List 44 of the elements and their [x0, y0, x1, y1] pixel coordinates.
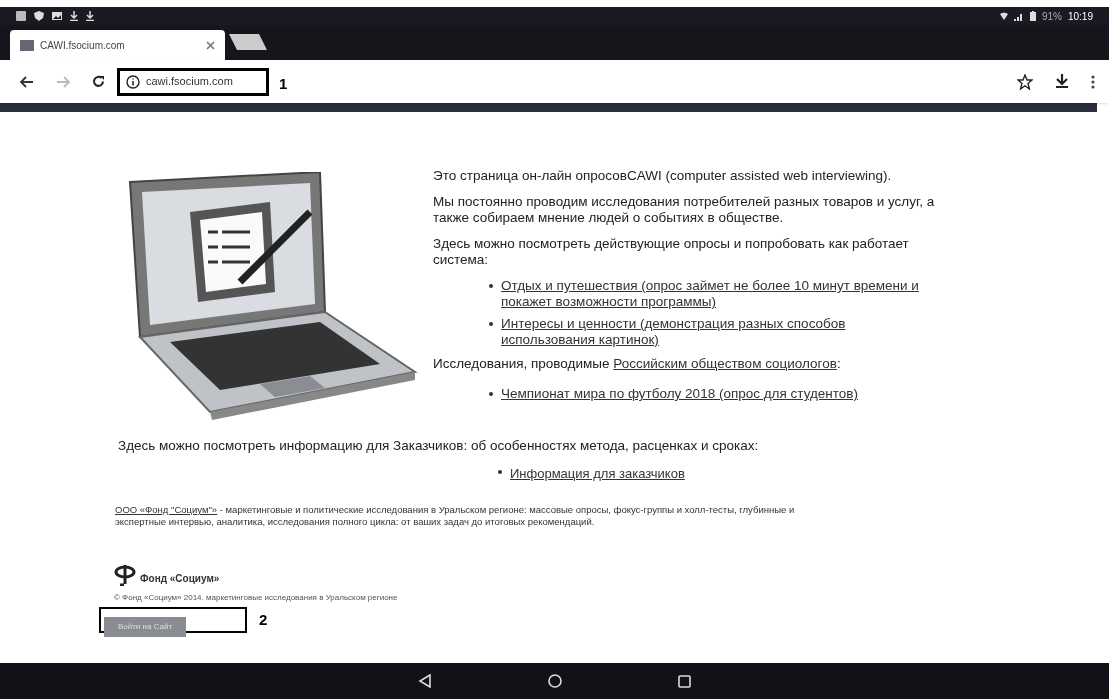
callout-number: 1 [279, 74, 288, 95]
intro-paragraph: Это страница он-лайн опросовCAWI (computer assisted web interviewing). [433, 168, 893, 184]
survey-link[interactable]: Интересы и ценности (демонстрация разных способов использования картинок) [501, 316, 938, 348]
battery-level: 91% [1041, 9, 1062, 24]
clients-note: Здесь можно посмотреть информацию для Заказчиков: об особенностях метода, расценках и сроках: [118, 437, 760, 455]
browser-tab[interactable]: CAWI.fsocium.com [10, 30, 225, 60]
survey-link[interactable]: Информация для заказчиков [510, 464, 685, 484]
clock: 10:19 [1067, 9, 1093, 24]
about-text: ООО «Фонд "Социум"» - маркетинговые и политические исследования в Уральском регионе: массовые опросы, фокус-группы и холл-тесты, глубинные и экспертные интервью, аналитика, исследования полного цикла: от ваших задач до итоговых рекомендаций. [115, 503, 796, 528]
home-icon[interactable] [548, 674, 562, 688]
star-icon[interactable] [1017, 73, 1033, 90]
info-icon [126, 74, 140, 89]
logo-icon [114, 563, 136, 586]
download-icon[interactable] [1055, 74, 1069, 89]
research-note: Исследования, проводимые Российским обществом социологов: [433, 356, 842, 372]
bullet-icon [489, 392, 493, 396]
survey-link[interactable]: Чемпионат мира по футболу 2018 (опрос для студентов) [501, 386, 858, 402]
reload-icon[interactable] [92, 75, 105, 88]
back-icon[interactable] [20, 75, 34, 88]
copyright-text: © Фонд «Социум» 2014. маркетинговые исследования в Уральском регионе [114, 591, 399, 604]
wifi-icon [999, 12, 1008, 20]
text-link[interactable]: Российским обществом социологов [613, 356, 837, 371]
recent-apps-icon[interactable] [678, 674, 691, 688]
bullet-icon [489, 322, 493, 326]
intro-paragraph: Здесь можно посмотреть действующие опросы и попробовать как работает система: [433, 236, 910, 268]
download-icon [70, 11, 78, 21]
app-notification-icon [16, 11, 26, 21]
address-bar[interactable]: cawi.fsocium.com [117, 67, 269, 96]
logo-text: Фонд «Социум» [140, 571, 220, 586]
survey-link[interactable]: Отдых и путешествия (опрос займет не более 10 минут времени и покажет возможности программы) [501, 278, 938, 310]
intro-paragraph: Мы постоянно проводим исследования потребителей разных товаров и услуг, а также собираем мнение людей о событиях в обществе. [433, 194, 936, 226]
new-tab-button[interactable] [229, 34, 267, 50]
bullet-icon [498, 470, 502, 475]
close-icon[interactable] [206, 40, 215, 50]
battery-icon [1029, 11, 1036, 21]
signal-icon [1013, 11, 1024, 21]
image-icon [52, 11, 62, 21]
bullet-icon [489, 284, 493, 288]
download-icon [86, 11, 94, 21]
text-link[interactable]: ООО «Фонд "Социум"» [115, 503, 218, 515]
menu-icon[interactable] [1091, 74, 1095, 89]
callout-number: 2 [259, 609, 268, 630]
shield-icon [34, 11, 44, 21]
favicon-icon [20, 39, 34, 51]
